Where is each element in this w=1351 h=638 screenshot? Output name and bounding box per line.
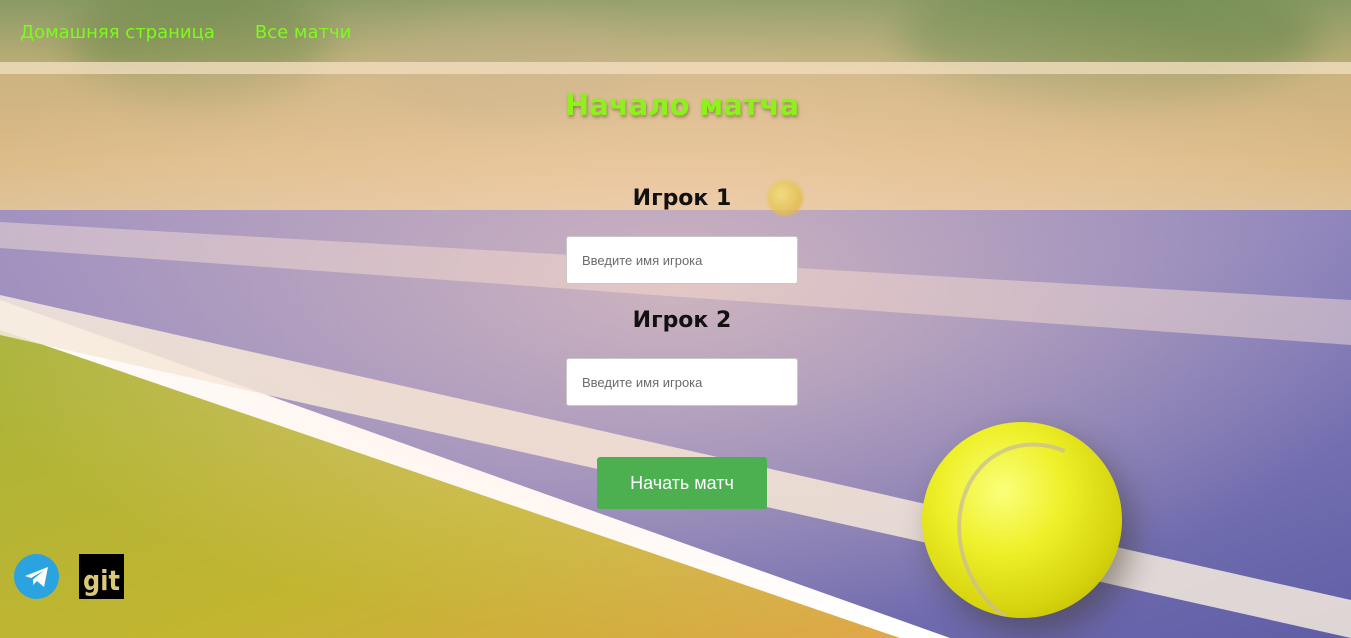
page: Домашняя страница Все матчи Начало матча… xyxy=(0,0,1351,638)
nav-all-matches-link[interactable]: Все матчи xyxy=(255,22,351,43)
git-icon[interactable]: git xyxy=(79,554,124,599)
player1-name-input[interactable] xyxy=(566,236,798,284)
player2-label: Игрок 2 xyxy=(632,308,732,333)
tennis-ball xyxy=(922,422,1122,618)
page-title: Начало матча xyxy=(564,88,800,122)
start-match-button[interactable]: Начать матч xyxy=(597,457,767,509)
player2-name-input[interactable] xyxy=(566,358,798,406)
player1-label: Игрок 1 xyxy=(632,186,732,211)
git-logo-text: git xyxy=(83,564,120,598)
telegram-plane-glyph xyxy=(24,566,48,587)
nav-home-link[interactable]: Домашняя страница xyxy=(20,22,215,43)
telegram-icon[interactable] xyxy=(14,554,59,599)
top-nav: Домашняя страница Все матчи xyxy=(20,22,351,43)
